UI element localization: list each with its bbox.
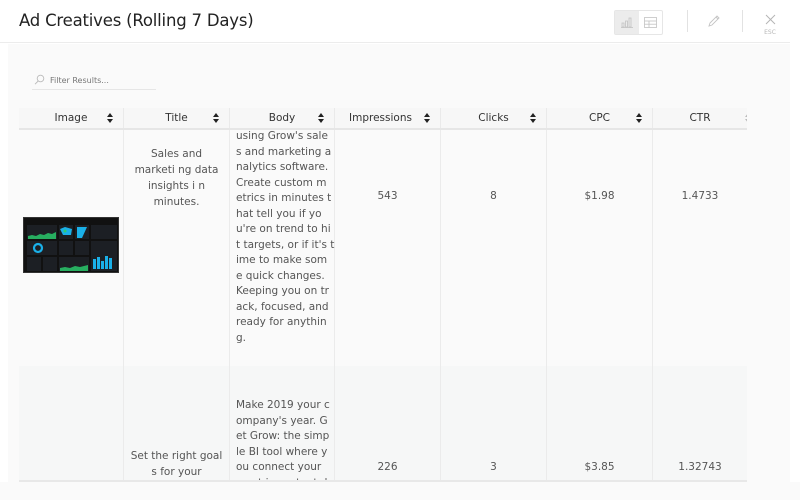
column-label: CTR: [689, 112, 711, 124]
column-header-image[interactable]: Image: [19, 108, 124, 128]
cell-title: Set the right goal s for your busines s.: [124, 366, 230, 480]
column-header-ctr[interactable]: CTR: [653, 108, 747, 128]
table-icon: [643, 17, 657, 28]
column-label: Body: [268, 112, 296, 124]
page-title: Ad Creatives (Rolling 7 Days): [19, 11, 254, 30]
cell-clicks: 8: [441, 108, 547, 366]
column-header-impressions[interactable]: Impressions: [335, 108, 441, 128]
body-line: s and marketing a: [236, 145, 332, 158]
cell-image: [19, 108, 124, 366]
body-line: nalytics software.: [236, 161, 329, 173]
body-line: ack, focused, and: [236, 300, 329, 313]
sort-icon: [213, 113, 219, 123]
body-line: ompany's year. G: [236, 414, 328, 427]
column-label: CPC: [589, 112, 610, 124]
column-header-body[interactable]: Body: [230, 108, 335, 128]
body-line: u're on trend to hi: [236, 223, 331, 235]
table-view-button[interactable]: [639, 11, 663, 34]
cell-body: using Grow's sale s and marketing a nalyti…: [230, 108, 335, 366]
sort-icon: [107, 113, 113, 123]
column-label: Image: [54, 112, 88, 124]
sort-icon: [530, 113, 536, 123]
body-line: Create custom m: [236, 176, 327, 189]
dialog-header: Ad Creatives (Rolling 7 Days) ESC: [0, 0, 790, 43]
sort-icon: [745, 114, 747, 122]
sort-icon: [424, 113, 430, 123]
cell-impressions: 543: [335, 108, 441, 366]
bar-chart-icon: [620, 17, 633, 28]
sort-icon: [636, 113, 642, 123]
toolbar-divider: [742, 10, 743, 32]
body-line: using Grow's sale: [236, 130, 328, 142]
cell-clicks: 3: [441, 366, 547, 480]
close-button[interactable]: [763, 12, 777, 26]
esc-label: ESC: [764, 29, 776, 36]
view-toggle: [614, 10, 663, 35]
cell-cpc: $1.98: [547, 108, 653, 366]
body-line: g.: [236, 331, 247, 344]
table-row[interactable]: Set the right goal s for your busines s.…: [19, 366, 747, 480]
column-label: Clicks: [478, 112, 509, 124]
toolbar-divider: [687, 10, 688, 32]
column-label: Impressions: [349, 112, 412, 124]
pencil-icon: [708, 15, 720, 27]
cell-image: [19, 366, 124, 480]
table-row[interactable]: Sales and marketi ng data insights i n m…: [19, 108, 747, 366]
body-line: et Grow: the simp: [236, 430, 330, 442]
column-header-clicks[interactable]: Clicks: [441, 108, 547, 128]
edit-button[interactable]: [706, 13, 722, 29]
filter-input[interactable]: [50, 74, 150, 87]
table-header: Image Title Body Impressions Clicks CPC …: [19, 108, 747, 130]
search-icon: [34, 74, 45, 85]
data-table: Image Title Body Impressions Clicks CPC …: [19, 108, 747, 480]
cell-ctr: 1.4733: [681, 190, 719, 202]
column-header-title[interactable]: Title: [124, 108, 230, 128]
body-line: e quick changes.: [236, 269, 325, 282]
ad-image-thumbnail[interactable]: [23, 217, 119, 273]
column-header-cpc[interactable]: CPC: [547, 108, 653, 128]
body-line: ready for anythin: [236, 316, 327, 328]
body-line: etrics in minutes t: [236, 192, 332, 204]
cell-impressions: 226: [335, 366, 441, 480]
cell-cpc: $3.85: [547, 366, 653, 480]
body-line: hat tell you if yo: [236, 207, 322, 220]
body-line: Keeping you on tr: [236, 285, 330, 297]
column-label: Title: [165, 112, 188, 124]
cell-ctr: 1.32743: [678, 461, 722, 473]
body-text: using Grow's sale s and marketing a nalyti…: [236, 129, 334, 346]
close-icon: [765, 14, 775, 24]
sort-icon: [318, 113, 324, 123]
body-line: le BI tool where y: [236, 445, 328, 458]
cell-title: Sales and marketi ng data insights i n m…: [124, 108, 230, 366]
panel-footer: [0, 482, 800, 500]
body-line: Make 2019 your c: [236, 399, 330, 411]
body-line: t targets, or if it's t: [236, 238, 335, 251]
body-line: ime to make som: [236, 254, 328, 266]
chart-view-button[interactable]: [615, 11, 639, 34]
cell-body: Make 2019 your c ompany's year. G et Grow:…: [230, 366, 335, 480]
body-line: ou connect your: [236, 461, 322, 473]
body-text: Make 2019 your c ompany's year. G et Grow:…: [236, 398, 330, 480]
filter-field: [32, 72, 156, 90]
